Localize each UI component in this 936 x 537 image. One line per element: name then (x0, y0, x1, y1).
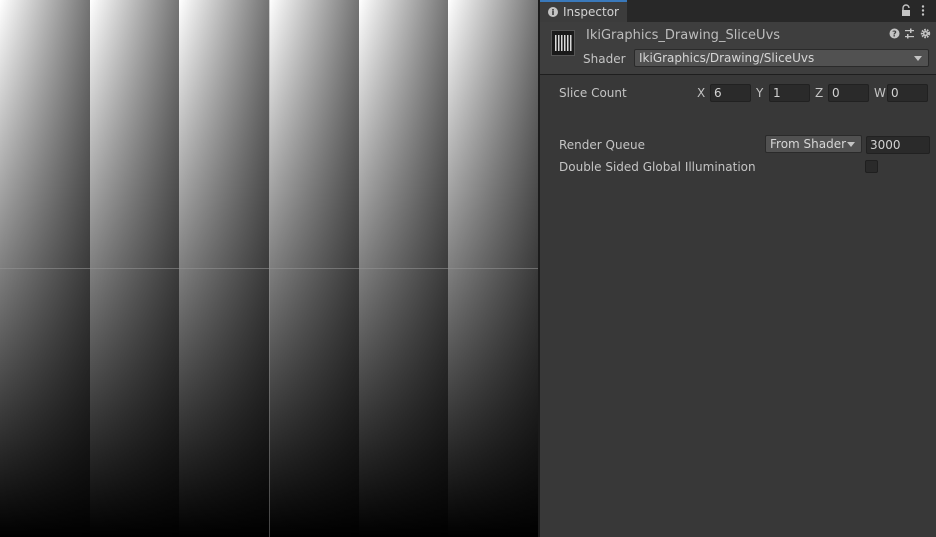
axis-label-y[interactable]: Y (756, 86, 763, 100)
lock-icon[interactable] (900, 4, 912, 17)
render-queue-mode: From Shader (770, 137, 847, 151)
svg-text:?: ? (892, 30, 897, 39)
axis-label-x[interactable]: X (697, 86, 705, 100)
slice-count-x-field[interactable]: 6 (710, 84, 751, 102)
render-queue-row: Render Queue From Shader 3000 (559, 135, 931, 154)
scene-view[interactable] (0, 0, 538, 537)
chevron-down-icon (914, 56, 922, 61)
material-header: IkiGraphics_Drawing_SliceUvs ? Shader Ik… (540, 22, 936, 75)
render-queue-label: Render Queue (559, 138, 645, 152)
inspector-panel: i Inspector IkiGraphics_Drawing_SliceUvs (540, 0, 936, 537)
more-options-icon[interactable] (920, 4, 926, 17)
render-queue-mode-dropdown[interactable]: From Shader (765, 135, 862, 153)
axis-label-w[interactable]: W (874, 86, 886, 100)
info-icon: i (548, 7, 558, 17)
axis-label-z[interactable]: Z (815, 86, 823, 100)
grid-line-vertical (269, 0, 270, 537)
gear-icon[interactable] (920, 28, 931, 39)
double-sided-gi-row: Double Sided Global Illumination (559, 158, 931, 176)
tab-inspector[interactable]: i Inspector (540, 0, 627, 22)
slice-count-label: Slice Count (559, 86, 627, 100)
help-icon[interactable]: ? (889, 28, 900, 39)
shader-dropdown[interactable]: IkiGraphics/Drawing/SliceUvs (634, 49, 929, 67)
slice-count-z-field[interactable]: 0 (828, 84, 869, 102)
material-name: IkiGraphics_Drawing_SliceUvs (586, 28, 781, 43)
shader-label: Shader (583, 52, 626, 66)
shader-value: IkiGraphics/Drawing/SliceUvs (639, 51, 815, 65)
preset-icon[interactable] (904, 28, 915, 39)
tab-bar: i Inspector (540, 0, 936, 22)
slice-count-w-field[interactable]: 0 (887, 84, 928, 102)
material-preview-icon (551, 30, 575, 56)
chevron-down-icon (847, 142, 855, 147)
slice-count-row: Slice Count X 6 Y 1 Z 0 W 0 (559, 84, 931, 102)
double-sided-gi-checkbox[interactable] (865, 160, 878, 173)
tab-label: Inspector (563, 5, 619, 19)
slice-count-y-field[interactable]: 1 (769, 84, 810, 102)
double-sided-gi-label: Double Sided Global Illumination (559, 160, 756, 174)
render-queue-value-field[interactable]: 3000 (866, 136, 930, 154)
